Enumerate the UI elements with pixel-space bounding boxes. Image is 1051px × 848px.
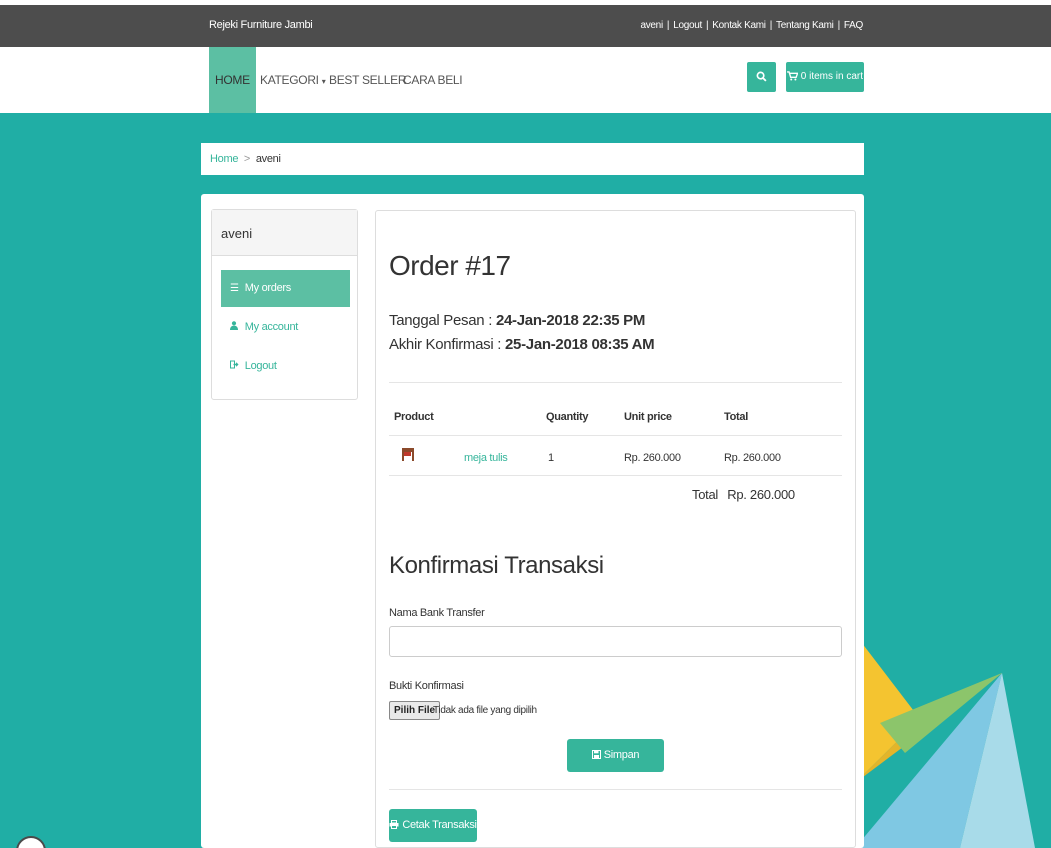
file-status-text: Tidak ada file yang dipilih [433, 705, 537, 716]
sidebar-item-logout[interactable]: Logout [221, 348, 350, 385]
save-icon [591, 750, 601, 759]
nav-best-seller[interactable]: BEST SELLER [329, 47, 406, 113]
sidebar-heading: aveni [212, 210, 357, 256]
table-row-divider [389, 475, 842, 476]
top-link-logout[interactable]: Logout [673, 20, 702, 31]
total-value: Rp. 260.000 [727, 487, 795, 502]
proof-label: Bukti Konfirmasi [389, 680, 464, 692]
sidebar-item-label: My orders [244, 282, 292, 294]
sidebar-item-label: My account [244, 321, 299, 333]
cart-icon [787, 71, 799, 81]
nav-home[interactable]: HOME [209, 47, 256, 113]
desk-icon [402, 448, 414, 461]
separator: | [837, 20, 841, 31]
breadcrumb-current: aveni [255, 153, 281, 165]
top-link-account[interactable]: aveni [640, 20, 663, 31]
nav-kategori-label: KATEGORI [260, 73, 319, 87]
print-button-label: Cetak Transaksi [402, 819, 477, 831]
print-icon [389, 820, 399, 829]
deadline-value: 25-Jan-2018 08:35 AM [505, 336, 655, 353]
product-link[interactable]: meja tulis [464, 452, 508, 464]
confirmation-deadline-line: Akhir Konfirmasi : 25-Jan-2018 08:35 AM [389, 336, 655, 353]
column-header-unit-price: Unit price [624, 411, 672, 423]
divider [389, 789, 842, 790]
search-icon [756, 71, 767, 82]
sidebar-item-my-account[interactable]: My account [221, 309, 350, 346]
order-date-value: 24-Jan-2018 22:35 PM [495, 312, 646, 329]
user-icon [230, 309, 242, 346]
column-header-quantity: Quantity [546, 411, 589, 423]
breadcrumb-separator: > [243, 153, 251, 165]
logout-icon [230, 348, 242, 385]
unit-price-cell: Rp. 260.000 [624, 452, 681, 464]
order-title: Order #17 [389, 250, 511, 281]
separator: | [705, 20, 709, 31]
column-header-total: Total [724, 411, 748, 423]
order-total: Total Rp. 260.000 [692, 487, 795, 502]
site-brand[interactable]: Rejeki Furniture Jambi [209, 19, 313, 31]
order-date-line: Tanggal Pesan : 24-Jan-2018 22:35 PM [389, 312, 645, 329]
separator: | [666, 20, 670, 31]
nav-cara-beli[interactable]: CARA BELI [403, 47, 463, 113]
sidebar-item-my-orders[interactable]: ☰ My orders [221, 270, 350, 307]
top-link-tentang[interactable]: Tentang Kami [776, 20, 834, 31]
breadcrumb-home[interactable]: Home [210, 153, 238, 165]
total-cell: Rp. 260.000 [724, 452, 781, 464]
top-link-kontak[interactable]: Kontak Kami [712, 20, 766, 31]
search-button[interactable] [747, 62, 776, 92]
caret-down-icon: ▾ [321, 77, 326, 86]
bank-transfer-label: Nama Bank Transfer [389, 607, 485, 619]
deadline-label: Akhir Konfirmasi : [389, 336, 505, 353]
top-link-faq[interactable]: FAQ [844, 20, 863, 31]
total-label: Total [692, 487, 718, 502]
column-header-product: Product [394, 411, 434, 423]
cart-button[interactable]: 0 items in cart [786, 62, 864, 92]
top-links: aveni | Logout | Kontak Kami | Tentang Kami | FA… [640, 20, 863, 31]
confirmation-title: Konfirmasi Transaksi [389, 552, 604, 579]
bank-transfer-input[interactable] [389, 626, 842, 657]
save-confirmation-button[interactable]: Simpan Konfirmasi [567, 739, 664, 794]
table-header-divider [389, 435, 842, 436]
sidebar-item-label: Logout [244, 360, 277, 372]
list-icon: ☰ [230, 283, 239, 294]
order-date-label: Tanggal Pesan : [389, 312, 496, 329]
quantity-cell: 1 [548, 452, 554, 464]
nav-kategori[interactable]: KATEGORI ▾ [260, 47, 326, 113]
main-navbar: HOME KATEGORI ▾ BEST SELLER CARA BELI 0 … [0, 47, 1051, 113]
separator: | [769, 20, 773, 31]
product-thumbnail[interactable] [401, 447, 415, 466]
top-bar: Rejeki Furniture Jambi aveni | Logout | Kont… [0, 5, 1051, 47]
breadcrumb: Home > aveni [201, 143, 864, 175]
divider [389, 382, 842, 383]
print-transaction-button[interactable]: Cetak Transaksi [389, 809, 477, 842]
account-sidebar: aveni ☰ My orders My account Logout [211, 209, 358, 400]
cart-label: 0 items in cart [800, 71, 864, 82]
